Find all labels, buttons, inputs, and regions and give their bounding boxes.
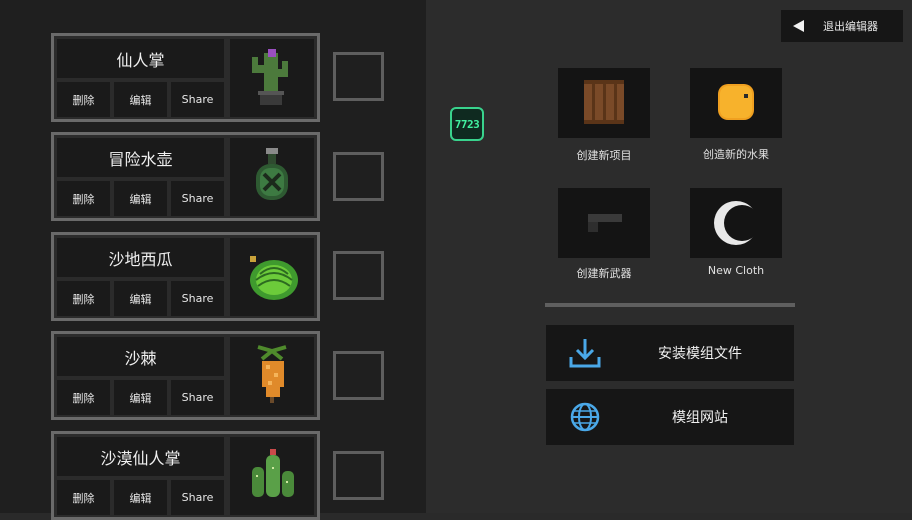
item-thumbnail [230, 337, 314, 415]
exit-editor-label: 退出编辑器 [823, 20, 878, 33]
list-item: 仙人掌 删除 编辑 Share [51, 33, 320, 122]
card-body: 仙人掌 删除 编辑 Share [54, 36, 317, 119]
list-item: 沙棘 删除 编辑 Share [51, 331, 320, 420]
sea-buckthorn-icon [257, 345, 287, 403]
download-icon [569, 339, 601, 368]
create-new-item-label: 创建新项目 [576, 149, 632, 162]
cactus-icon [252, 49, 288, 105]
share-button[interactable]: Share [171, 82, 224, 117]
gun-icon [588, 214, 622, 232]
share-button[interactable]: Share [171, 480, 224, 515]
select-checkbox[interactable] [333, 451, 384, 500]
select-checkbox[interactable] [333, 351, 384, 400]
item-thumbnail [230, 238, 314, 316]
share-button[interactable]: Share [171, 181, 224, 216]
list-item: 沙地西瓜 删除 编辑 Share [51, 232, 320, 321]
mod-website-label: 模组网站 [672, 410, 728, 426]
list-item: 冒险水壶 删除 编辑 Share [51, 132, 320, 221]
card-body: 沙棘 删除 编辑 Share [54, 334, 317, 417]
exit-editor-button[interactable]: 退出编辑器 [781, 10, 903, 42]
item-thumbnail [230, 138, 314, 216]
edit-button[interactable]: 编辑 [114, 480, 167, 515]
delete-button[interactable]: 删除 [57, 82, 110, 117]
moon-cloth-icon [714, 201, 760, 245]
create-new-weapon-label: 创建新武器 [576, 267, 632, 280]
delete-button[interactable]: 删除 [57, 181, 110, 216]
item-name: 仙人掌 [57, 39, 224, 78]
delete-button[interactable]: 删除 [57, 281, 110, 316]
item-thumbnail [230, 39, 314, 117]
install-mod-file-button[interactable]: 安装模组文件 [546, 325, 794, 381]
install-mod-file-label: 安装模组文件 [658, 346, 742, 362]
create-new-fruit-button[interactable] [690, 68, 782, 138]
create-new-cloth-label: New Cloth [707, 264, 765, 277]
7723-app-badge[interactable]: 7723 [450, 107, 484, 141]
create-new-weapon-button[interactable] [558, 188, 650, 258]
item-name: 沙地西瓜 [57, 238, 224, 277]
card-body: 冒险水壶 删除 编辑 Share [54, 135, 317, 218]
orange-fruit-icon [718, 84, 754, 120]
wooden-crate-icon [584, 80, 624, 124]
desert-cactus-icon [252, 449, 294, 497]
flask-icon [256, 148, 288, 200]
edit-button[interactable]: 编辑 [114, 82, 167, 117]
delete-button[interactable]: 删除 [57, 380, 110, 415]
section-divider [545, 303, 795, 307]
item-name: 沙漠仙人掌 [57, 437, 224, 476]
back-arrow-icon [793, 20, 804, 32]
select-checkbox[interactable] [333, 152, 384, 201]
select-checkbox[interactable] [333, 251, 384, 300]
card-body: 沙漠仙人掌 删除 编辑 Share [54, 434, 317, 517]
select-checkbox[interactable] [333, 52, 384, 101]
item-name: 冒险水壶 [57, 138, 224, 177]
edit-button[interactable]: 编辑 [114, 380, 167, 415]
share-button[interactable]: Share [171, 380, 224, 415]
edit-button[interactable]: 编辑 [114, 181, 167, 216]
delete-button[interactable]: 删除 [57, 480, 110, 515]
create-new-fruit-label: 创造新的水果 [703, 148, 769, 161]
create-new-cloth-button[interactable] [690, 188, 782, 258]
item-name: 沙棘 [57, 337, 224, 376]
watermelon-icon [250, 256, 298, 300]
card-body: 沙地西瓜 删除 编辑 Share [54, 235, 317, 318]
edit-button[interactable]: 编辑 [114, 281, 167, 316]
mod-website-button[interactable]: 模组网站 [546, 389, 794, 445]
share-button[interactable]: Share [171, 281, 224, 316]
globe-icon [570, 402, 600, 432]
list-item: 沙漠仙人掌 删除 编辑 Share [51, 431, 320, 520]
create-new-item-button[interactable] [558, 68, 650, 138]
item-thumbnail [230, 437, 314, 515]
